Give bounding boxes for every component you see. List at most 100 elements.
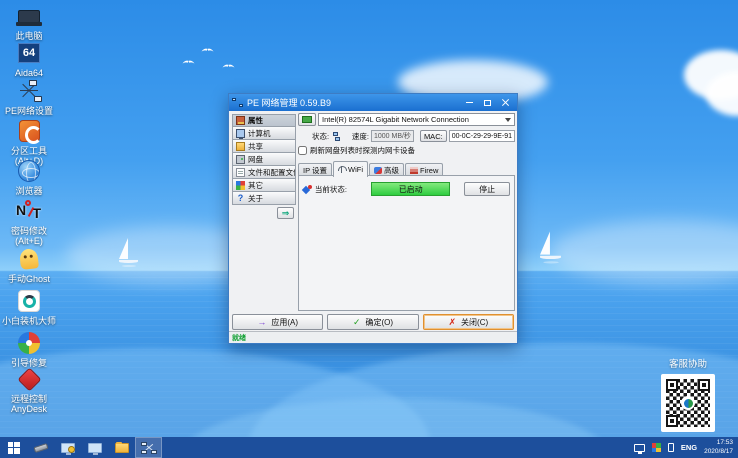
desktop-icon-password-reset[interactable]: NT 密码修改 (Alt+E)	[2, 198, 56, 246]
check-icon: ✓	[352, 316, 361, 327]
refresh-detect-checkbox[interactable]	[298, 145, 307, 155]
clock-time: 17:53	[716, 438, 733, 446]
firewall-icon	[410, 166, 419, 174]
tab-label: IP 设置	[303, 165, 328, 175]
sidebar-expand-button[interactable]: ⇒	[277, 207, 294, 219]
sidebar-item-properties[interactable]: 属性	[232, 114, 296, 127]
desktop-icon-aida64[interactable]: 64 Aida64	[2, 40, 56, 78]
bird	[183, 58, 194, 64]
desktop-icon-boot-repair[interactable]: 引导修复	[2, 330, 56, 368]
desktop-icon-label: PE网络设置	[4, 106, 53, 116]
sidebar-item-share[interactable]: 共享	[232, 140, 296, 153]
desktop-icon-label: Aida64	[14, 68, 44, 78]
files-icon	[236, 167, 245, 177]
tiles-icon	[236, 180, 245, 190]
network-icon	[14, 78, 44, 104]
taskbar-item-password-tool[interactable]	[54, 437, 81, 458]
adapter-refresh-button[interactable]	[298, 113, 316, 126]
mac-button[interactable]: MAC:	[419, 130, 447, 142]
globe-icon	[14, 158, 44, 184]
system-tray: ENG 17:53 2020/8/17	[633, 439, 738, 457]
support-panel: 客服协助	[654, 356, 722, 432]
close-label: 关闭(C)	[461, 317, 489, 327]
adapter-select-value: Intel(R) 82574L Gigabit Network Connecti…	[322, 115, 469, 124]
sidebar-item-netdrive[interactable]: 网盘	[232, 153, 296, 166]
taskbar-item-computer[interactable]	[81, 437, 108, 458]
sailboat	[540, 231, 561, 264]
sidebar-item-label: 计算机	[248, 128, 271, 138]
title-bar[interactable]: PE 网络管理 0.59.B9	[229, 94, 517, 111]
tab-strip: IP 设置 WiFi 高级 Firew	[298, 161, 515, 177]
qr-code	[661, 374, 715, 432]
network-drive-icon	[236, 154, 245, 164]
taskbar-item-pe-network[interactable]	[135, 437, 162, 458]
folder-icon	[114, 441, 129, 453]
chevron-down-icon	[505, 118, 511, 125]
wifi-started-button[interactable]: 已启动	[371, 182, 451, 196]
sidebar-item-label: 文件和配置文件	[248, 167, 296, 177]
sidebar-item-profiles[interactable]: 文件和配置文件	[232, 166, 296, 179]
desktop-icon-anydesk[interactable]: 远程控制 AnyDesk	[2, 366, 56, 414]
wifi-stop-button[interactable]: 停止	[464, 182, 510, 196]
desktop-icon-this-pc[interactable]: 此电脑	[2, 3, 56, 41]
status-bar-text: 就绪	[232, 334, 246, 342]
adapter-select[interactable]: Intel(R) 82574L Gigabit Network Connecti…	[318, 113, 515, 126]
close-button[interactable]: ✗ 关闭(C)	[422, 314, 514, 330]
start-button[interactable]	[0, 437, 27, 458]
sidebar-item-about[interactable]: ? 关于	[232, 192, 296, 205]
tray-network-icon[interactable]	[633, 443, 645, 454]
desktop-icon-pe-network[interactable]: PE网络设置	[2, 78, 56, 116]
sidebar: 属性 计算机 共享 网盘 文件和配置文件 其它 ? 关于	[232, 114, 296, 205]
network-icon	[140, 441, 157, 454]
sidebar-item-other[interactable]: 其它	[232, 179, 296, 192]
maximize-button[interactable]	[479, 96, 496, 109]
dialog-footer: → 应用(A) ✓ 确定(O) ✗ 关闭(C)	[232, 314, 514, 330]
mac-value: 00-0C-29-29-9E-91	[448, 130, 515, 142]
window-icon	[232, 98, 243, 107]
window-title: PE 网络管理 0.59.B9	[247, 98, 332, 108]
clock-date: 2020/8/17	[704, 447, 733, 455]
apply-button[interactable]: → 应用(A)	[232, 314, 324, 330]
connection-status-icon	[333, 131, 340, 141]
desktop-icon-browser[interactable]: 浏览器	[2, 158, 56, 196]
ok-label: 确定(O)	[365, 317, 394, 327]
taskbar-clock[interactable]: 17:53 2020/8/17	[704, 439, 733, 457]
sidebar-item-label: 其它	[248, 180, 263, 190]
tray-color-app-icon[interactable]	[651, 443, 661, 452]
taskbar: ENG 17:53 2020/8/17	[0, 437, 738, 458]
qr-logo	[681, 396, 695, 410]
taskbar-item-tool[interactable]	[27, 437, 54, 458]
desktop-icon-xiaobai-installer[interactable]: 小白装机大师	[2, 288, 56, 326]
adapter-card-icon	[302, 116, 312, 123]
desktop-icon-ghost[interactable]: 手动Ghost	[2, 246, 56, 284]
tab-label: WiFi	[348, 164, 364, 174]
monitor-key-icon	[60, 442, 75, 455]
tab-label: 高级	[384, 165, 400, 175]
close-icon[interactable]	[497, 96, 514, 109]
status-label: 状态:	[312, 131, 330, 141]
tool-icon	[32, 442, 49, 453]
computer-icon	[236, 128, 245, 139]
installer-icon	[14, 288, 44, 314]
support-caption: 客服协助	[668, 359, 707, 370]
taskbar-item-explorer[interactable]	[108, 437, 135, 458]
sidebar-item-computer[interactable]: 计算机	[232, 127, 296, 140]
wifi-panel: 当前状态: 已启动 停止	[298, 175, 515, 311]
tray-device-icon[interactable]	[667, 443, 674, 452]
aida64-icon: 64	[14, 40, 44, 66]
laptop-icon	[14, 3, 44, 29]
anydesk-icon	[14, 366, 44, 392]
status-bar: 就绪	[229, 331, 517, 343]
language-indicator[interactable]: ENG	[681, 443, 697, 452]
diskgenius-icon	[14, 118, 44, 144]
sidebar-item-label: 关于	[248, 193, 263, 203]
tab-wifi[interactable]: WiFi	[333, 161, 369, 177]
minimize-button[interactable]	[461, 96, 478, 109]
adapter-icon	[236, 116, 245, 125]
apply-label: 应用(A)	[271, 317, 298, 327]
sidebar-item-label: 网盘	[248, 154, 263, 164]
current-status-label: 当前状态:	[314, 184, 348, 194]
wifi-icon	[338, 165, 348, 173]
monitor-icon	[87, 442, 102, 455]
ok-button[interactable]: ✓ 确定(O)	[327, 314, 419, 330]
